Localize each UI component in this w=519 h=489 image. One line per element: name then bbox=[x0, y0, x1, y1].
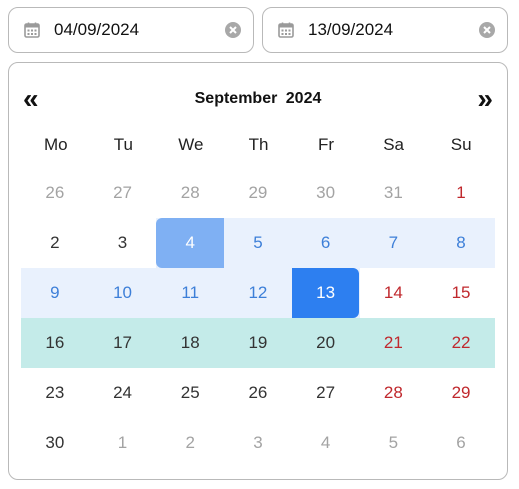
month-label[interactable]: September bbox=[195, 90, 278, 107]
weekday-label: Su bbox=[450, 135, 472, 154]
day-cell[interactable]: 28 bbox=[156, 168, 224, 218]
day-cell[interactable]: 29 bbox=[427, 368, 495, 418]
clear-icon[interactable] bbox=[224, 21, 242, 39]
day-cell[interactable]: 26 bbox=[21, 168, 89, 218]
day-cell[interactable]: 4 bbox=[292, 418, 360, 468]
day-cell[interactable]: 30 bbox=[21, 418, 89, 468]
weekday-header: Mo Tu We Th Fr Sa Su bbox=[22, 131, 495, 159]
end-date-value[interactable]: 13/09/2024 bbox=[308, 20, 393, 40]
weekday-label: Mo bbox=[43, 135, 68, 154]
weekday-label: Fr bbox=[318, 135, 335, 154]
weekday-label: We bbox=[178, 135, 204, 154]
end-date-field[interactable]: 13/09/2024 bbox=[262, 7, 508, 53]
day-cell[interactable]: 21 bbox=[360, 318, 428, 368]
day-cell[interactable]: 6 bbox=[292, 218, 360, 268]
day-cell[interactable]: 28 bbox=[360, 368, 428, 418]
day-cell[interactable]: 25 bbox=[156, 368, 224, 418]
day-cell[interactable]: 18 bbox=[156, 318, 224, 368]
day-cell[interactable]: 16 bbox=[21, 318, 89, 368]
month-year-title: September 2024 bbox=[9, 89, 507, 109]
day-cell[interactable]: 27 bbox=[292, 368, 360, 418]
day-cell[interactable]: 1 bbox=[89, 418, 157, 468]
day-cell[interactable]: 6 bbox=[427, 418, 495, 468]
day-cell[interactable]: 29 bbox=[224, 168, 292, 218]
day-cell[interactable]: 8 bbox=[427, 218, 495, 268]
day-cell[interactable]: 5 bbox=[360, 418, 428, 468]
day-cell[interactable]: 10 bbox=[89, 268, 157, 318]
calendar-icon bbox=[24, 22, 40, 38]
clear-icon[interactable] bbox=[478, 21, 496, 39]
day-cell[interactable]: 26 bbox=[224, 368, 292, 418]
day-cell[interactable]: 3 bbox=[224, 418, 292, 468]
day-cell[interactable]: 31 bbox=[360, 168, 428, 218]
day-cell[interactable]: 20 bbox=[292, 318, 360, 368]
day-cell[interactable]: 27 bbox=[89, 168, 157, 218]
day-cell[interactable]: 12 bbox=[224, 268, 292, 318]
day-cell[interactable]: 14 bbox=[360, 268, 428, 318]
next-month-button[interactable]: » bbox=[477, 85, 493, 113]
day-cell[interactable]: 5 bbox=[224, 218, 292, 268]
day-cell[interactable]: 4 bbox=[156, 218, 225, 268]
day-cell[interactable]: 13 bbox=[291, 268, 360, 318]
day-cell[interactable]: 9 bbox=[21, 268, 89, 318]
day-cell[interactable]: 2 bbox=[21, 218, 89, 268]
weekday-label: Sa bbox=[383, 135, 405, 154]
day-cell[interactable]: 24 bbox=[89, 368, 157, 418]
day-cell[interactable]: 11 bbox=[156, 268, 224, 318]
day-cell[interactable]: 19 bbox=[224, 318, 292, 368]
day-cell[interactable]: 1 bbox=[427, 168, 495, 218]
day-cell[interactable]: 22 bbox=[427, 318, 495, 368]
calendar-popup: « September 2024 » Mo Tu We Th Fr Sa Su 26 27 28… bbox=[8, 62, 508, 480]
start-date-field[interactable]: 04/09/2024 bbox=[8, 7, 254, 53]
day-cell[interactable]: 7 bbox=[360, 218, 428, 268]
day-cell[interactable]: 2 bbox=[156, 418, 224, 468]
weekday-label: Th bbox=[248, 135, 269, 154]
year-label[interactable]: 2024 bbox=[286, 90, 322, 107]
day-cell[interactable]: 23 bbox=[21, 368, 89, 418]
day-cell[interactable]: 17 bbox=[89, 318, 157, 368]
day-cell[interactable]: 3 bbox=[89, 218, 157, 268]
calendar-icon bbox=[278, 22, 294, 38]
day-cell[interactable]: 30 bbox=[292, 168, 360, 218]
weekday-label: Tu bbox=[113, 135, 133, 154]
day-cell[interactable]: 15 bbox=[427, 268, 495, 318]
start-date-value[interactable]: 04/09/2024 bbox=[54, 20, 139, 40]
